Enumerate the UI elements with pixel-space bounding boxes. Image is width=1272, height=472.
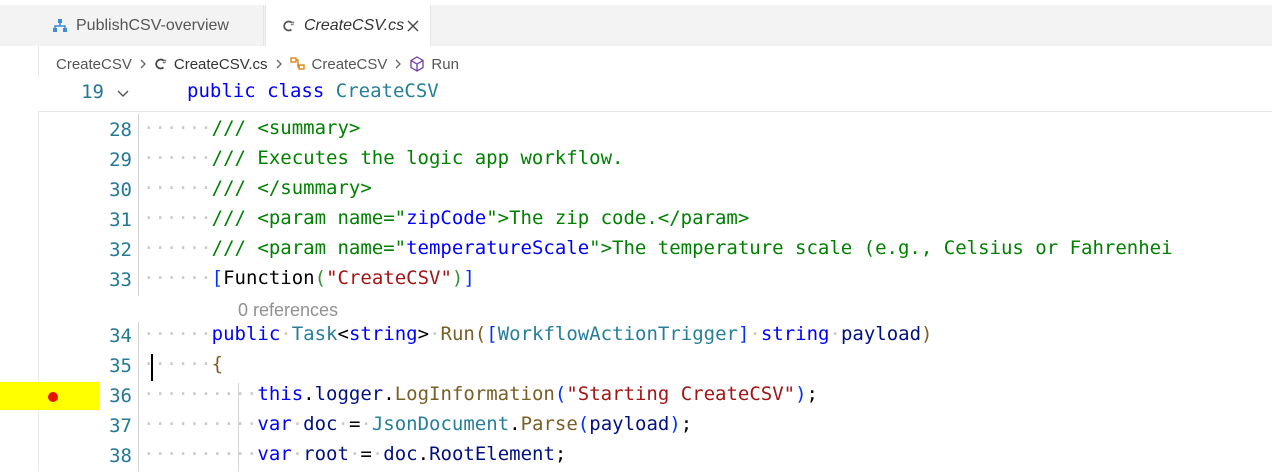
code-text: ··········var·doc·=·JsonDocument.Parse(p… bbox=[143, 413, 693, 435]
csharp-file-icon: # bbox=[282, 19, 296, 33]
code-text: ······/// <param name="zipCode">The zip … bbox=[143, 207, 750, 229]
line-number: 30 bbox=[109, 179, 132, 201]
code-text: ······/// <summary> bbox=[143, 117, 361, 139]
code-line[interactable]: 30 ······/// </summary> bbox=[38, 176, 1272, 206]
code-line[interactable]: 28 ······/// <summary> bbox=[38, 116, 1272, 146]
code-text: ······/// </summary> bbox=[143, 177, 372, 199]
line-number: 35 bbox=[109, 355, 132, 377]
code-line[interactable]: 34 ······public·Task<string>·Run([Workfl… bbox=[38, 322, 1272, 352]
code-line[interactable]: 36 ··········this.logger.LogInformation(… bbox=[38, 382, 1272, 412]
code-line[interactable]: 35 ······{ bbox=[38, 352, 1272, 382]
line-number: 32 bbox=[109, 239, 132, 261]
chevron-down-icon[interactable] bbox=[116, 86, 130, 104]
line-number: 34 bbox=[109, 325, 132, 347]
tab-publishcsv-overview[interactable]: PublishCSV-overview bbox=[38, 5, 264, 46]
tab-label: CreateCSV.cs bbox=[304, 16, 405, 34]
code-text: ······/// Executes the logic app workflo… bbox=[143, 147, 624, 169]
code-text: ······/// <param name="temperatureScale"… bbox=[143, 237, 1173, 259]
code-text: ··········this.logger.LogInformation("St… bbox=[143, 383, 818, 405]
code-line[interactable]: 32 ······/// <param name="temperatureSca… bbox=[38, 236, 1272, 266]
chevron-right-icon bbox=[394, 58, 402, 70]
code-text: ··········var·root·=·doc.RootElement; bbox=[143, 443, 567, 465]
workflow-icon bbox=[52, 18, 68, 34]
method-cube-icon bbox=[409, 56, 425, 72]
line-number: 37 bbox=[109, 415, 132, 437]
chevron-right-icon bbox=[275, 58, 283, 70]
sticky-scroll-header[interactable]: 19 public class CreateCSV bbox=[38, 77, 1272, 112]
tab-createcsv-cs[interactable]: # CreateCSV.cs bbox=[265, 5, 431, 46]
editor-tab-bar: PublishCSV-overview # CreateCSV.cs bbox=[0, 0, 1272, 46]
close-icon[interactable] bbox=[405, 18, 421, 34]
line-number: 38 bbox=[109, 445, 132, 467]
code-line[interactable]: 38 ··········var·root·=·doc.RootElement; bbox=[38, 442, 1272, 472]
code-lens-references[interactable]: 0 references bbox=[238, 300, 338, 321]
class-icon bbox=[289, 57, 306, 71]
code-text: ······[Function("CreateCSV")] bbox=[143, 267, 475, 289]
tab-label: PublishCSV-overview bbox=[76, 16, 229, 34]
line-number: 29 bbox=[109, 149, 132, 171]
code-line[interactable]: 37 ··········var·doc·=·JsonDocument.Pars… bbox=[38, 412, 1272, 442]
svg-text:#: # bbox=[162, 60, 167, 66]
text-cursor bbox=[151, 354, 153, 381]
breadcrumb-method[interactable]: Run bbox=[409, 56, 459, 73]
code-line[interactable]: 31 ······/// <param name="zipCode">The z… bbox=[38, 206, 1272, 236]
csharp-file-icon: # bbox=[154, 57, 168, 71]
line-number: 19 bbox=[81, 81, 104, 103]
breadcrumb-project[interactable]: CreateCSV bbox=[56, 56, 132, 73]
line-number: 33 bbox=[109, 269, 132, 291]
breadcrumb-class[interactable]: CreateCSV bbox=[289, 56, 387, 73]
chevron-right-icon bbox=[139, 58, 147, 70]
line-number: 28 bbox=[109, 119, 132, 141]
code-text: ······public·Task<string>·Run([WorkflowA… bbox=[143, 323, 933, 345]
svg-text:#: # bbox=[290, 21, 295, 27]
code-line[interactable]: 29 ······/// Executes the logic app work… bbox=[38, 146, 1272, 176]
line-number: 36 bbox=[109, 385, 132, 407]
code-text: ······{ bbox=[143, 353, 224, 375]
code-line[interactable]: 33 ······[Function("CreateCSV")] bbox=[38, 266, 1272, 296]
breadcrumb: CreateCSV # CreateCSV.cs CreateCSV Run bbox=[56, 52, 459, 76]
line-number: 31 bbox=[109, 209, 132, 231]
sticky-code: public class CreateCSV bbox=[187, 80, 439, 102]
breadcrumb-file[interactable]: # CreateCSV.cs bbox=[154, 56, 268, 73]
